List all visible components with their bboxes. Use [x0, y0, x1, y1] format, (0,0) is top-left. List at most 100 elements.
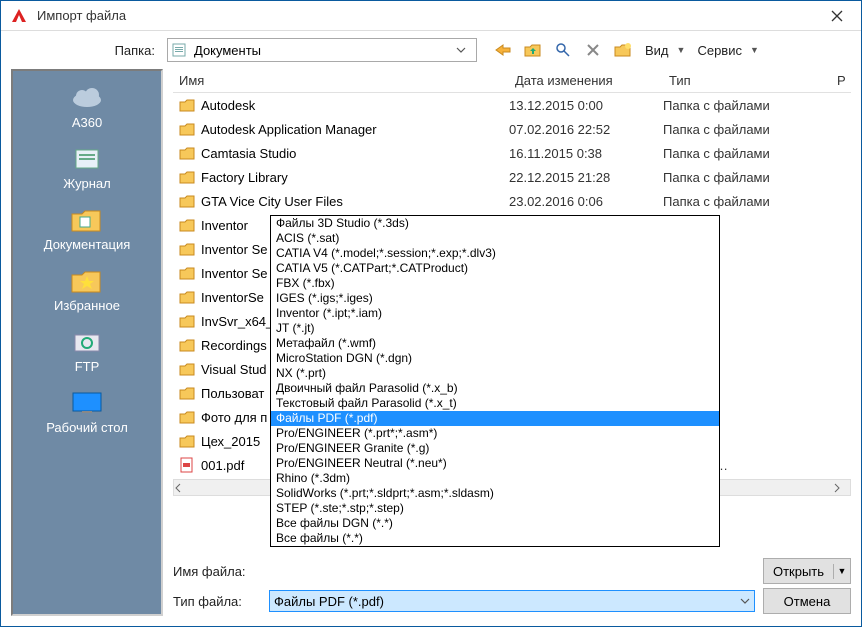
file-name: Autodesk	[201, 98, 509, 113]
folder-icon	[179, 338, 197, 352]
folder-icon	[179, 266, 197, 280]
search-icon[interactable]	[553, 40, 573, 60]
place-label: Рабочий стол	[13, 420, 161, 435]
scroll-left-icon[interactable]	[174, 483, 191, 493]
folder-icon	[179, 434, 197, 448]
pdf-icon	[179, 457, 197, 473]
filetype-option[interactable]: Все файлы (*.*)	[271, 531, 719, 546]
open-button[interactable]: Открыть ▼	[763, 558, 851, 584]
toolbar-icons	[493, 40, 633, 60]
cancel-button[interactable]: Отмена	[763, 588, 851, 614]
file-row[interactable]: Camtasia Studio16.11.2015 0:38Папка с фа…	[173, 141, 851, 165]
file-date: 22.12.2015 21:28	[509, 170, 663, 185]
filetype-option[interactable]: Файлы PDF (*.pdf)	[271, 411, 719, 426]
filetype-dropdown[interactable]: Файлы 3D Studio (*.3ds)ACIS (*.sat)CATIA…	[270, 215, 720, 547]
file-date: 23.02.2016 0:06	[509, 194, 663, 209]
delete-icon[interactable]	[583, 40, 603, 60]
chevron-down-icon	[740, 598, 750, 604]
filetype-option[interactable]: ACIS (*.sat)	[271, 231, 719, 246]
filetype-option[interactable]: IGES (*.igs;*.iges)	[271, 291, 719, 306]
up-folder-icon[interactable]	[523, 40, 543, 60]
dialog-title: Импорт файла	[37, 8, 817, 23]
column-headers: Имя Дата изменения Тип Р	[173, 69, 851, 93]
back-icon[interactable]	[493, 40, 513, 60]
places-bar: A360 Журнал Документация Избранное FTP Рабочи…	[11, 69, 163, 616]
place-ftp[interactable]: FTP	[13, 323, 161, 378]
service-menu[interactable]: Сервис ▼	[697, 43, 758, 58]
folder-icon	[179, 194, 197, 208]
file-name: Camtasia Studio	[201, 146, 509, 161]
titlebar: Импорт файла	[1, 1, 861, 31]
place-label: Избранное	[13, 298, 161, 313]
file-row[interactable]: Factory Library22.12.2015 21:28Папка с ф…	[173, 165, 851, 189]
filetype-option[interactable]: CATIA V4 (*.model;*.session;*.exp;*.dlv3…	[271, 246, 719, 261]
filetype-option[interactable]: Rhino (*.3dm)	[271, 471, 719, 486]
folder-icon	[179, 146, 197, 160]
file-name: Autodesk Application Manager	[201, 122, 509, 137]
folder-combo[interactable]: Документы	[167, 38, 477, 62]
filetype-option[interactable]: Текстовый файл Parasolid (*.x_t)	[271, 396, 719, 411]
filetype-option[interactable]: CATIA V5 (*.CATPart;*.CATProduct)	[271, 261, 719, 276]
file-row[interactable]: Autodesk13.12.2015 0:00Папка с файлами	[173, 93, 851, 117]
filetype-option[interactable]: FBX (*.fbx)	[271, 276, 719, 291]
desktop-icon	[67, 388, 107, 418]
file-date: 16.11.2015 0:38	[509, 146, 663, 161]
place-journal[interactable]: Журнал	[13, 140, 161, 195]
chevron-down-icon: ▼	[677, 45, 686, 55]
folder-icon	[179, 242, 197, 256]
file-type: Папка с файлами	[663, 146, 851, 161]
filetype-option[interactable]: Pro/ENGINEER Neutral (*.neu*)	[271, 456, 719, 471]
filetype-option[interactable]: Все файлы DGN (*.*)	[271, 516, 719, 531]
col-name[interactable]: Имя	[173, 73, 509, 88]
file-type: Папка с файлами	[663, 194, 851, 209]
chevron-down-icon	[456, 47, 472, 53]
dialog-window: Импорт файла Папка: Документы Вид ▼	[0, 0, 862, 627]
app-icon	[9, 6, 29, 26]
folder-icon	[179, 314, 197, 328]
file-name: GTA Vice City User Files	[201, 194, 509, 209]
scroll-right-icon[interactable]	[833, 483, 850, 493]
filetype-option[interactable]: STEP (*.ste;*.stp;*.step)	[271, 501, 719, 516]
filetype-option[interactable]: NX (*.prt)	[271, 366, 719, 381]
chevron-down-icon[interactable]: ▼	[834, 566, 850, 576]
close-button[interactable]	[817, 2, 857, 30]
fav-icon	[67, 266, 107, 296]
filetype-option[interactable]: Файлы 3D Studio (*.3ds)	[271, 216, 719, 231]
place-desktop[interactable]: Рабочий стол	[13, 384, 161, 439]
file-date: 13.12.2015 0:00	[509, 98, 663, 113]
folder-icon	[179, 386, 197, 400]
place-label: FTP	[13, 359, 161, 374]
file-type: Папка с файлами	[663, 170, 851, 185]
folder-icon	[179, 362, 197, 376]
file-type: Папка с файлами	[663, 98, 851, 113]
file-row[interactable]: Autodesk Application Manager07.02.2016 2…	[173, 117, 851, 141]
col-right[interactable]: Р	[831, 73, 851, 88]
folder-label: Папка:	[11, 43, 161, 58]
new-folder-icon[interactable]	[613, 40, 633, 60]
col-type[interactable]: Тип	[663, 73, 831, 88]
folder-icon	[179, 122, 197, 136]
cloud-icon	[67, 83, 107, 113]
col-date[interactable]: Дата изменения	[509, 73, 663, 88]
view-menu[interactable]: Вид ▼	[645, 43, 685, 58]
filetype-option[interactable]: JT (*.jt)	[271, 321, 719, 336]
folder-icon	[179, 410, 197, 424]
filetype-combo[interactable]: Файлы PDF (*.pdf)	[269, 590, 755, 612]
filetype-option[interactable]: Pro/ENGINEER (*.prt*;*.asm*)	[271, 426, 719, 441]
filetype-option[interactable]: Метафайл (*.wmf)	[271, 336, 719, 351]
filetype-option[interactable]: Pro/ENGINEER Granite (*.g)	[271, 441, 719, 456]
folder-icon	[179, 218, 197, 232]
place-fav[interactable]: Избранное	[13, 262, 161, 317]
folder-icon	[179, 290, 197, 304]
filetype-option[interactable]: SolidWorks (*.prt;*.sldprt;*.asm;*.sldas…	[271, 486, 719, 501]
ftp-icon	[67, 327, 107, 357]
place-label: Журнал	[13, 176, 161, 191]
file-row[interactable]: GTA Vice City User Files23.02.2016 0:06П…	[173, 189, 851, 213]
filetype-option[interactable]: MicroStation DGN (*.dgn)	[271, 351, 719, 366]
filetype-option[interactable]: Двоичный файл Parasolid (*.x_b)	[271, 381, 719, 396]
journal-icon	[67, 144, 107, 174]
place-docs[interactable]: Документация	[13, 201, 161, 256]
folder-icon	[179, 98, 197, 112]
filetype-option[interactable]: Inventor (*.ipt;*.iam)	[271, 306, 719, 321]
place-cloud[interactable]: A360	[13, 79, 161, 134]
